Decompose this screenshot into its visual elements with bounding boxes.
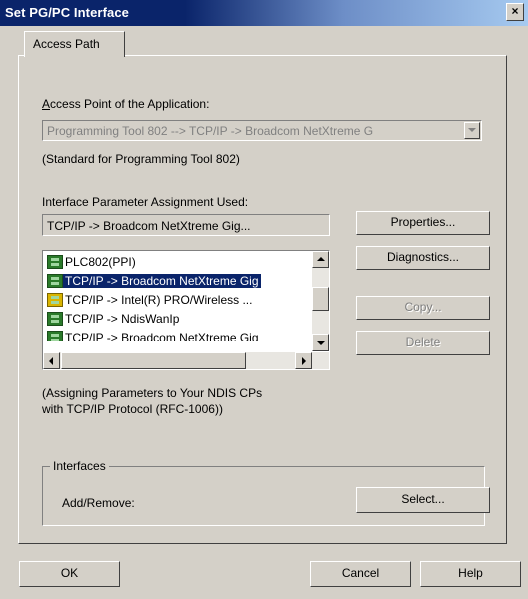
list-item-label: PLC802(PPI) [65,255,136,269]
list-item-label: TCP/IP -> NdisWanIp [65,312,180,326]
access-point-dropdown[interactable]: Programming Tool 802 --> TCP/IP -> Broad… [42,120,482,141]
interface-list[interactable]: PLC802(PPI) TCP/IP -> Broadcom NetXtreme… [42,250,330,370]
chevron-right-icon [302,357,306,365]
network-card-icon [47,312,63,326]
list-item[interactable]: TCP/IP -> Broadcom NetXtreme Gig [45,272,305,291]
access-point-label: Access Point of the Application: [42,97,210,111]
interfaces-group-label: Interfaces [50,459,109,473]
chevron-left-icon [49,357,53,365]
wireless-card-icon [47,293,63,307]
scroll-up-button[interactable] [312,251,329,268]
access-point-value: Programming Tool 802 --> TCP/IP -> Broad… [47,124,374,138]
list-item[interactable]: TCP/IP -> Broadcom NetXtreme Gig [45,329,305,341]
properties-button[interactable]: Properties... [356,211,490,235]
list-item-label: TCP/IP -> Broadcom NetXtreme Gig [65,331,259,341]
interface-param-field: TCP/IP -> Broadcom NetXtreme Gig... [42,214,330,236]
horizontal-scrollbar[interactable] [43,352,329,369]
network-card-icon [47,331,63,341]
description-line-1: (Assigning Parameters to Your NDIS CPs [42,386,263,400]
access-point-label-text: ccess Point of the Application: [50,97,210,111]
interface-param-value: TCP/IP -> Broadcom NetXtreme Gig... [47,219,251,233]
cancel-button[interactable]: Cancel [310,561,411,587]
scroll-thumb[interactable] [312,287,329,311]
delete-button[interactable]: Delete [356,331,490,355]
network-card-icon [47,255,63,269]
vertical-scrollbar[interactable] [312,251,329,351]
list-item[interactable]: PLC802(PPI) [45,253,305,272]
add-remove-label: Add/Remove: [62,496,135,510]
help-button[interactable]: Help [420,561,521,587]
chevron-up-icon [317,257,325,261]
select-button[interactable]: Select... [356,487,490,513]
tab-access-path-label: Access Path [33,37,100,51]
list-item-label: TCP/IP -> Broadcom NetXtreme Gig [63,274,261,288]
network-card-icon [47,274,63,288]
window-title: Set PG/PC Interface [5,5,129,20]
set-pg-pc-interface-dialog: Set PG/PC Interface × Access Path Access… [0,0,528,599]
scroll-left-button[interactable] [43,352,60,369]
chevron-down-icon[interactable] [464,122,480,139]
list-item-label: TCP/IP -> Intel(R) PRO/Wireless ... [65,293,253,307]
chevron-down-icon [317,341,325,345]
ok-button[interactable]: OK [19,561,120,587]
list-item[interactable]: TCP/IP -> NdisWanIp [45,310,305,329]
scroll-right-button[interactable] [295,352,312,369]
description-line-2: with TCP/IP Protocol (RFC-1006)) [42,402,223,416]
title-bar[interactable]: Set PG/PC Interface × [0,0,528,26]
tab-access-path[interactable]: Access Path [24,31,125,57]
list-item[interactable]: TCP/IP -> Intel(R) PRO/Wireless ... [45,291,305,310]
close-button[interactable]: × [506,3,524,21]
copy-button[interactable]: Copy... [356,296,490,320]
access-point-note: (Standard for Programming Tool 802) [42,152,240,166]
interface-param-label: Interface Parameter Assignment Used: [42,195,249,209]
scroll-down-button[interactable] [312,334,329,351]
h-scroll-thumb[interactable] [61,352,246,369]
diagnostics-button[interactable]: Diagnostics... [356,246,490,270]
